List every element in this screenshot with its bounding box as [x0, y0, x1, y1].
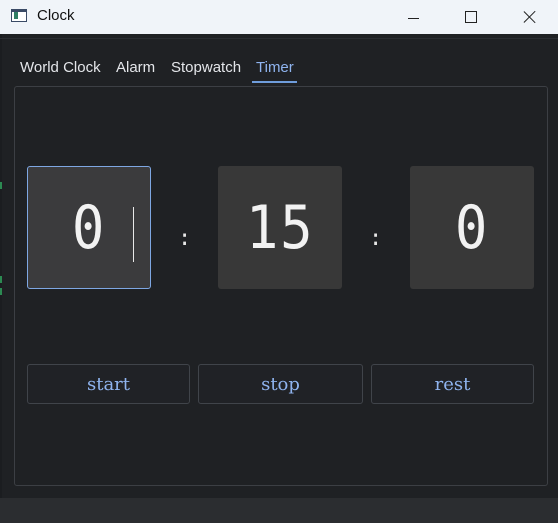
clock-app-icon [11, 9, 27, 22]
minimize-button[interactable] [390, 0, 436, 34]
hours-value: 0 [71, 192, 107, 263]
seconds-input[interactable]: 0 [410, 166, 534, 289]
reset-button[interactable]: rest [371, 364, 534, 404]
status-bar [0, 498, 558, 523]
active-tab-indicator [252, 81, 297, 83]
toolbar-separator [0, 38, 558, 39]
seconds-value: 0 [454, 192, 490, 263]
edge-mark [0, 288, 2, 295]
time-separator: : [369, 226, 383, 251]
maximize-icon [465, 11, 477, 23]
minutes-value: 15 [245, 192, 315, 263]
close-button[interactable] [507, 0, 553, 34]
close-icon [523, 10, 537, 24]
tab-alarm[interactable]: Alarm [116, 59, 155, 85]
edge-mark [0, 182, 2, 189]
hours-input[interactable]: 0 [27, 166, 151, 289]
minutes-input[interactable]: 15 [218, 166, 342, 289]
window-title: Clock [37, 7, 75, 24]
window-left-edge [0, 34, 2, 498]
text-cursor [133, 207, 134, 262]
time-separator: : [178, 226, 192, 251]
edge-mark [0, 276, 2, 283]
stop-button[interactable]: stop [198, 364, 363, 404]
minimize-icon [407, 17, 419, 19]
tab-stopwatch[interactable]: Stopwatch [171, 59, 241, 85]
start-button[interactable]: start [27, 364, 190, 404]
tab-world-clock[interactable]: World Clock [20, 59, 101, 85]
title-bar[interactable]: Clock [0, 0, 558, 34]
maximize-button[interactable] [448, 0, 494, 34]
